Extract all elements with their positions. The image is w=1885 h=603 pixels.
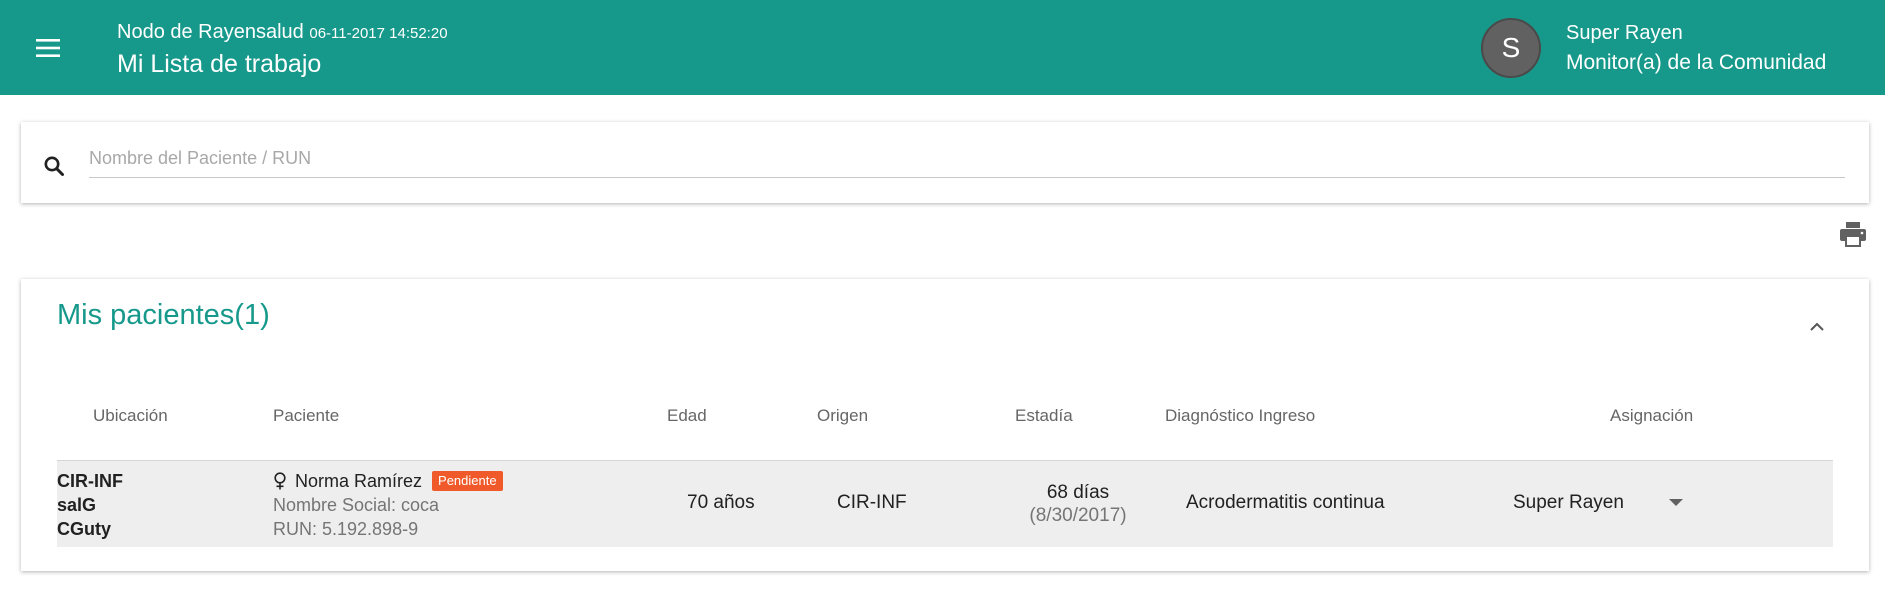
app-header: Nodo de Rayensalud 06-11-2017 14:52:20 M… [0,0,1885,95]
origin-cell: CIR-INF [837,492,907,513]
age-cell: 70 años [687,492,755,513]
female-icon [274,472,286,490]
column-header-origen[interactable]: Origen [817,406,868,426]
node-line: Nodo de Rayensalud 06-11-2017 14:52:20 [117,20,448,46]
chevron-up-icon [1810,322,1824,331]
patient-cell: Norma Ramírez Pendiente Nombre Social: c… [273,469,503,541]
location-line: CIR-INF [57,471,123,491]
patient-name[interactable]: Norma Ramírez [295,469,422,493]
table-row[interactable]: CIR-INF salG CGuty Norma Ramírez Pendien… [57,460,1833,547]
diagnosis-cell: Acrodermatitis continua [1186,492,1385,513]
search-input[interactable] [89,140,1845,178]
patients-card: Mis pacientes(1) Ubicación Paciente Edad… [21,279,1869,571]
patient-name-line: Norma Ramírez Pendiente [273,469,503,493]
dropdown-arrow-icon [1669,499,1683,506]
search-icon [44,156,64,176]
patients-title: Mis pacientes(1) [57,299,270,331]
location-line: CGuty [57,519,111,539]
column-header-edad[interactable]: Edad [667,406,707,426]
menu-button[interactable] [30,30,66,66]
print-button[interactable] [1839,221,1867,247]
node-name: Nodo de Rayensalud [117,21,304,43]
column-header-estadia[interactable]: Estadía [1015,406,1073,426]
location-cell: CIR-INF salG CGuty [57,469,123,541]
column-header-ubicacion[interactable]: Ubicación [93,406,168,426]
user-role: Monitor(a) de la Comunidad [1566,51,1827,74]
header-text: Nodo de Rayensalud 06-11-2017 14:52:20 M… [117,20,448,80]
user-info: Super Rayen Monitor(a) de la Comunidad [1566,20,1826,78]
patient-run: RUN: 5.192.898-9 [273,519,419,539]
patient-social-name: Nombre Social: coca [273,495,440,515]
assignment-select[interactable]: Super Rayen [1513,481,1683,525]
print-icon [1840,222,1866,247]
assignment-value: Super Rayen [1513,492,1624,513]
column-header-diagnostico[interactable]: Diagnóstico Ingreso [1165,406,1315,426]
column-header-paciente[interactable]: Paciente [273,406,339,426]
column-header-asignacion[interactable]: Asignación [1610,406,1693,426]
avatar[interactable]: S [1481,18,1541,78]
location-line: salG [57,495,97,515]
status-badge: Pendiente [432,471,503,491]
page-title: Mi Lista de trabajo [117,50,322,78]
hamburger-menu-icon [36,39,60,57]
search-card [21,122,1869,203]
stay-days: 68 días [1046,482,1110,503]
collapse-button[interactable] [1805,315,1829,339]
stay-cell: 68 días (8/30/2017) [997,481,1159,527]
datetime: 06-11-2017 14:52:20 [309,25,448,42]
user-name: Super Rayen [1566,22,1683,44]
stay-date: (8/30/2017) [1029,505,1127,526]
